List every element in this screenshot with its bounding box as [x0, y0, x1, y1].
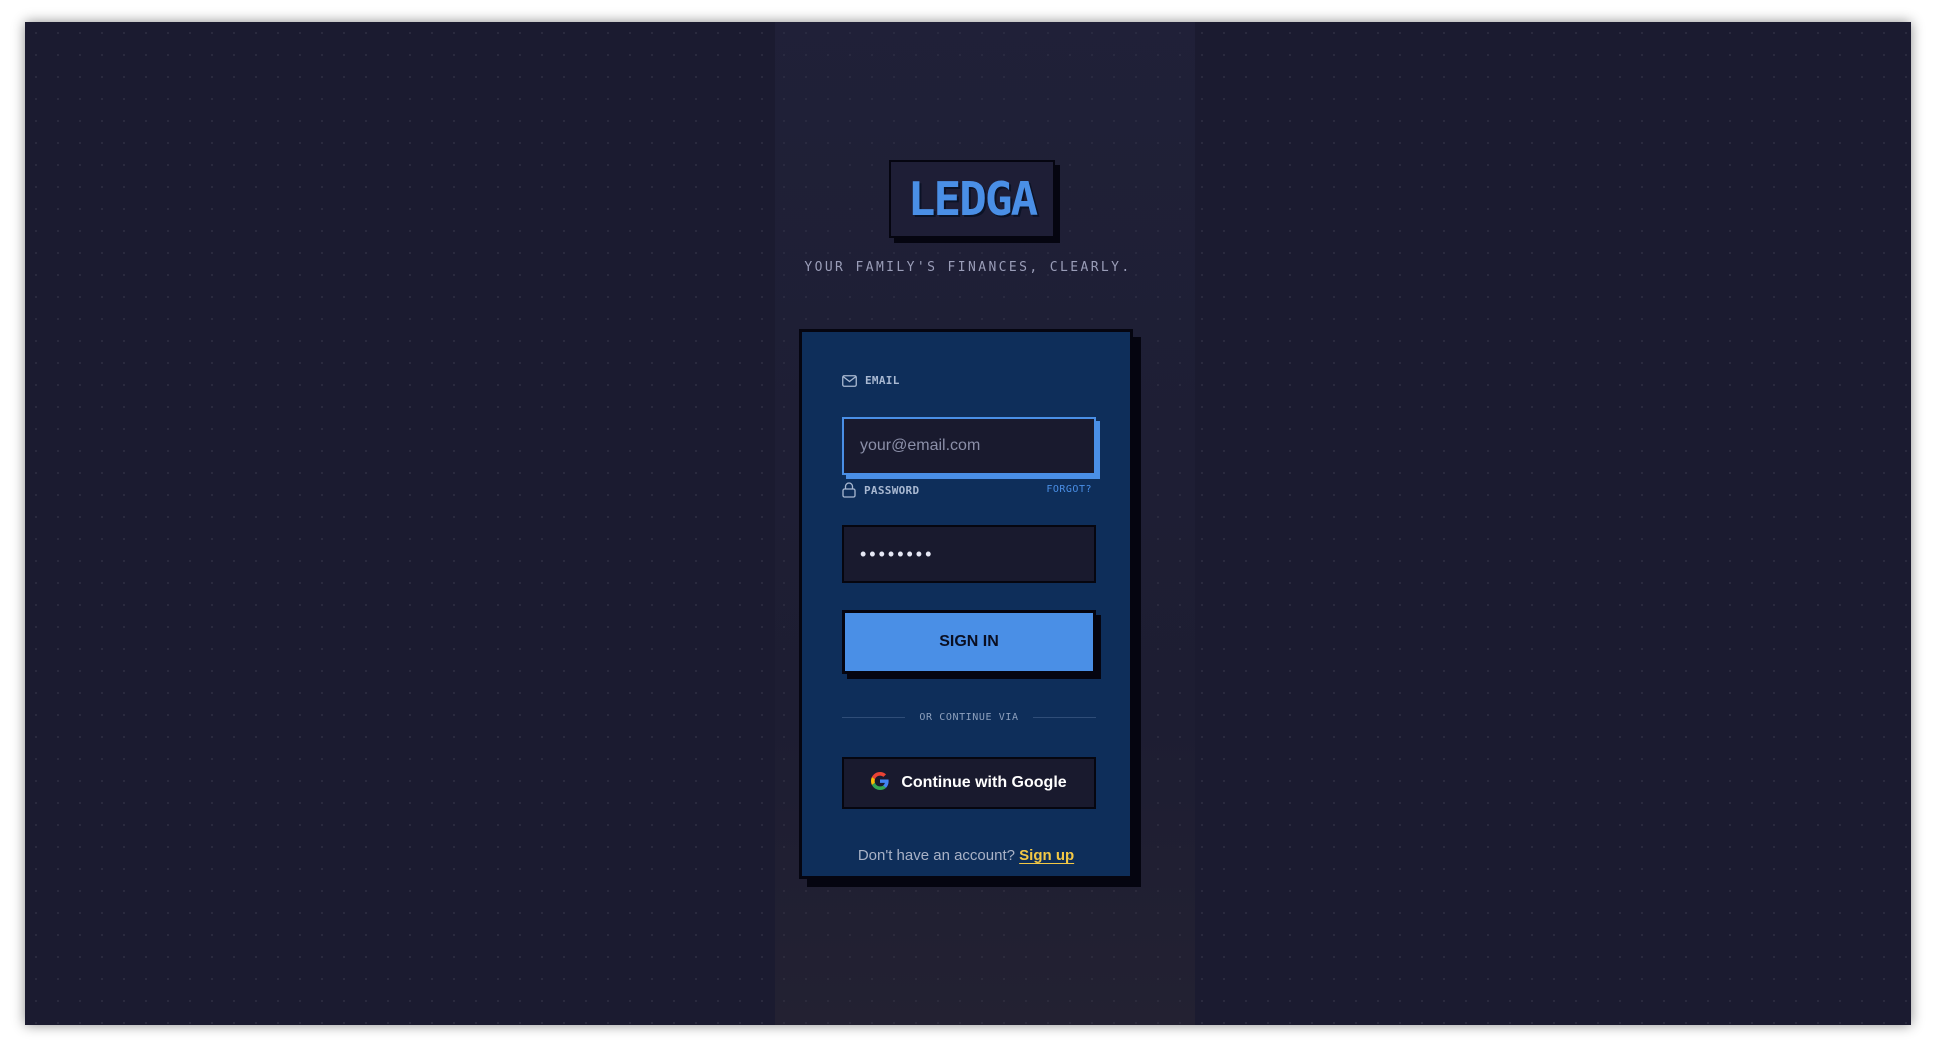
forgot-password-link[interactable]: FORGOT?: [1046, 484, 1092, 495]
google-sign-in-button[interactable]: Continue with Google: [842, 757, 1096, 809]
tagline: YOUR FAMILY'S FINANCES, CLEARLY.: [804, 260, 1132, 275]
mail-icon: [842, 374, 857, 387]
divider-text: OR CONTINUE VIA: [919, 711, 1019, 723]
sign-in-button[interactable]: SIGN IN: [842, 610, 1096, 674]
email-label: EMAIL: [842, 374, 900, 387]
google-icon: [871, 771, 889, 795]
lock-icon: [842, 482, 856, 498]
password-label: PASSWORD: [842, 482, 919, 498]
password-label-text: PASSWORD: [864, 483, 920, 497]
signup-prompt: Don't have an account?: [857, 847, 1015, 864]
signup-row: Don't have an account? Sign up: [802, 847, 1130, 864]
login-card: EMAIL PASSWORD FORGOT? SIGN IN OR CONTIN…: [799, 329, 1133, 879]
divider-line-left: [842, 716, 906, 718]
password-input[interactable]: [842, 525, 1096, 583]
email-input[interactable]: [842, 417, 1096, 475]
logo: LEDGA: [889, 160, 1055, 238]
logo-text: LEDGA: [907, 172, 1038, 226]
sign-up-link[interactable]: Sign up: [1019, 847, 1074, 864]
divider-line-right: [1032, 716, 1096, 718]
google-button-label: Continue with Google: [901, 774, 1067, 791]
divider: OR CONTINUE VIA: [842, 710, 1096, 724]
app-window: LEDGA YOUR FAMILY'S FINANCES, CLEARLY. E…: [25, 22, 1911, 1025]
email-label-text: EMAIL: [865, 374, 900, 387]
